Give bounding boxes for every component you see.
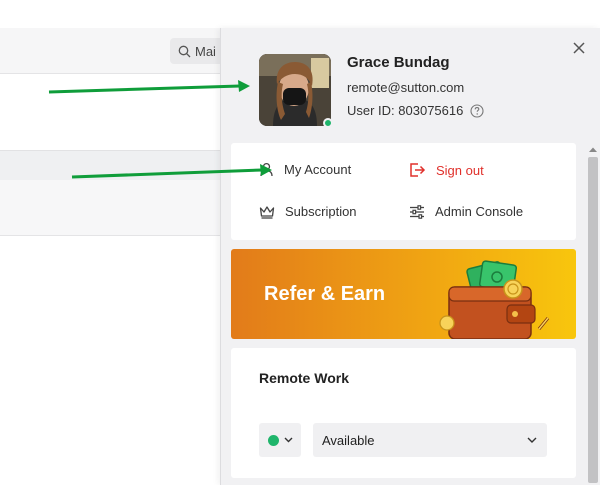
panel-scrollbar[interactable]	[586, 143, 600, 485]
avatar[interactable]	[259, 54, 331, 126]
user-email: remote@sutton.com	[347, 80, 465, 95]
refer-earn-label: Refer & Earn	[264, 283, 386, 305]
chevron-down-icon	[527, 437, 537, 443]
user-icon	[260, 162, 273, 177]
profile-header: Grace Bundag remote@sutton.com User ID: …	[259, 54, 559, 128]
sign-out-link[interactable]: Sign out	[409, 162, 484, 178]
availability-dropdown[interactable]: Available	[313, 423, 547, 457]
sign-out-label: Sign out	[436, 162, 484, 178]
status-dot	[267, 434, 279, 446]
account-menu: My Account Sign out Subscription Admin C…	[231, 143, 576, 240]
user-name: Grace Bundag	[347, 54, 450, 71]
remote-work-title: Remote Work	[259, 370, 349, 386]
sliders-icon	[410, 204, 424, 219]
user-id-text: User ID: 803075616	[347, 103, 464, 118]
availability-value: Available	[322, 432, 375, 448]
admin-console-link[interactable]: Admin Console	[409, 204, 523, 219]
scroll-up-arrow-icon[interactable]	[589, 146, 597, 154]
sign-out-icon	[410, 163, 426, 177]
scrollbar-thumb[interactable]	[588, 157, 598, 483]
subscription-link[interactable]: Subscription	[259, 204, 357, 219]
avatar-photo	[259, 54, 331, 126]
background-search-text: Mai	[195, 43, 216, 59]
chevron-down-icon	[284, 437, 292, 443]
wallet-illustration	[439, 260, 550, 339]
profile-panel: Grace Bundag remote@sutton.com User ID: …	[220, 28, 600, 485]
search-icon	[178, 45, 191, 57]
subscription-label: Subscription	[285, 204, 357, 219]
my-account-link[interactable]: My Account	[259, 162, 351, 177]
question-circle-icon[interactable]	[470, 103, 484, 118]
my-account-label: My Account	[284, 162, 352, 177]
crown-icon	[259, 205, 275, 219]
status-color-dropdown[interactable]	[259, 423, 301, 457]
admin-console-label: Admin Console	[435, 204, 524, 219]
close-button[interactable]	[572, 41, 586, 55]
refer-earn-banner[interactable]: Refer & Earn	[231, 249, 576, 339]
close-icon	[573, 42, 585, 54]
online-status-dot	[323, 118, 333, 128]
remote-work-card: Remote Work Available	[231, 348, 576, 478]
user-id: User ID: 803075616	[347, 103, 484, 118]
